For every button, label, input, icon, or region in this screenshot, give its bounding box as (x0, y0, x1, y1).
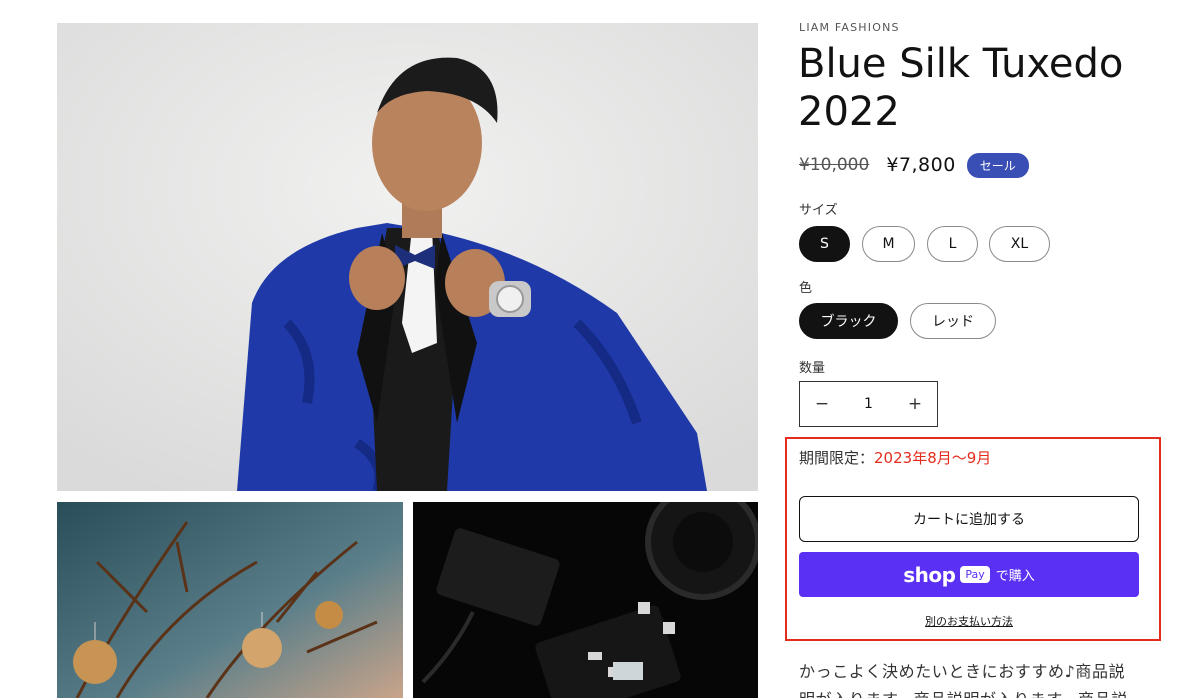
product-vendor: LIAM FASHIONS (799, 21, 900, 34)
promo-prefix: 期間限定： (799, 449, 875, 467)
size-label: サイズ (799, 203, 838, 218)
promo-period: 2023年8月〜9月 (874, 449, 992, 467)
price-sale: ¥7,800 (886, 154, 956, 176)
size-option-xl[interactable]: XL (989, 226, 1050, 262)
quantity-increase-button[interactable]: + (893, 382, 937, 426)
product-description: かっこよく決めたいときにおすすめ♪商品説明が入ります。商品説明が入ります。商品説 (799, 662, 1127, 698)
more-payment-options-link[interactable]: 別のお支払い方法 (799, 613, 1139, 629)
shop-pay-button[interactable]: shop Pay で購入 (799, 552, 1139, 597)
size-option-l[interactable]: L (927, 226, 978, 262)
shop-pay-label: で購入 (995, 569, 1035, 584)
promo-text: 期間限定：2023年8月〜9月 (799, 447, 991, 468)
color-option-red[interactable]: レッド (910, 303, 996, 339)
price-row: ¥10,000 ¥7,800 セール (799, 152, 1029, 178)
quantity-label: 数量 (799, 361, 826, 376)
product-title: Blue Silk Tuxedo 2022 (798, 41, 1124, 135)
size-option-s[interactable]: S (799, 226, 850, 262)
quantity-input[interactable] (844, 396, 893, 412)
product-image-ornaments[interactable] (57, 502, 403, 698)
quantity-stepper: − + (799, 381, 938, 427)
shop-pay-logo: shop (903, 562, 956, 587)
color-label: 色 (799, 281, 813, 296)
product-image-electronics[interactable] (413, 502, 758, 698)
product-image-main[interactable] (57, 23, 758, 491)
size-option-m[interactable]: M (862, 226, 915, 262)
add-to-cart-button[interactable]: カートに追加する (799, 496, 1139, 542)
color-option-black[interactable]: ブラック (799, 303, 898, 339)
quantity-decrease-button[interactable]: − (800, 382, 844, 426)
sale-badge: セール (966, 152, 1029, 178)
shop-pay-chip: Pay (960, 566, 990, 583)
price-compare-at: ¥10,000 (799, 155, 870, 175)
